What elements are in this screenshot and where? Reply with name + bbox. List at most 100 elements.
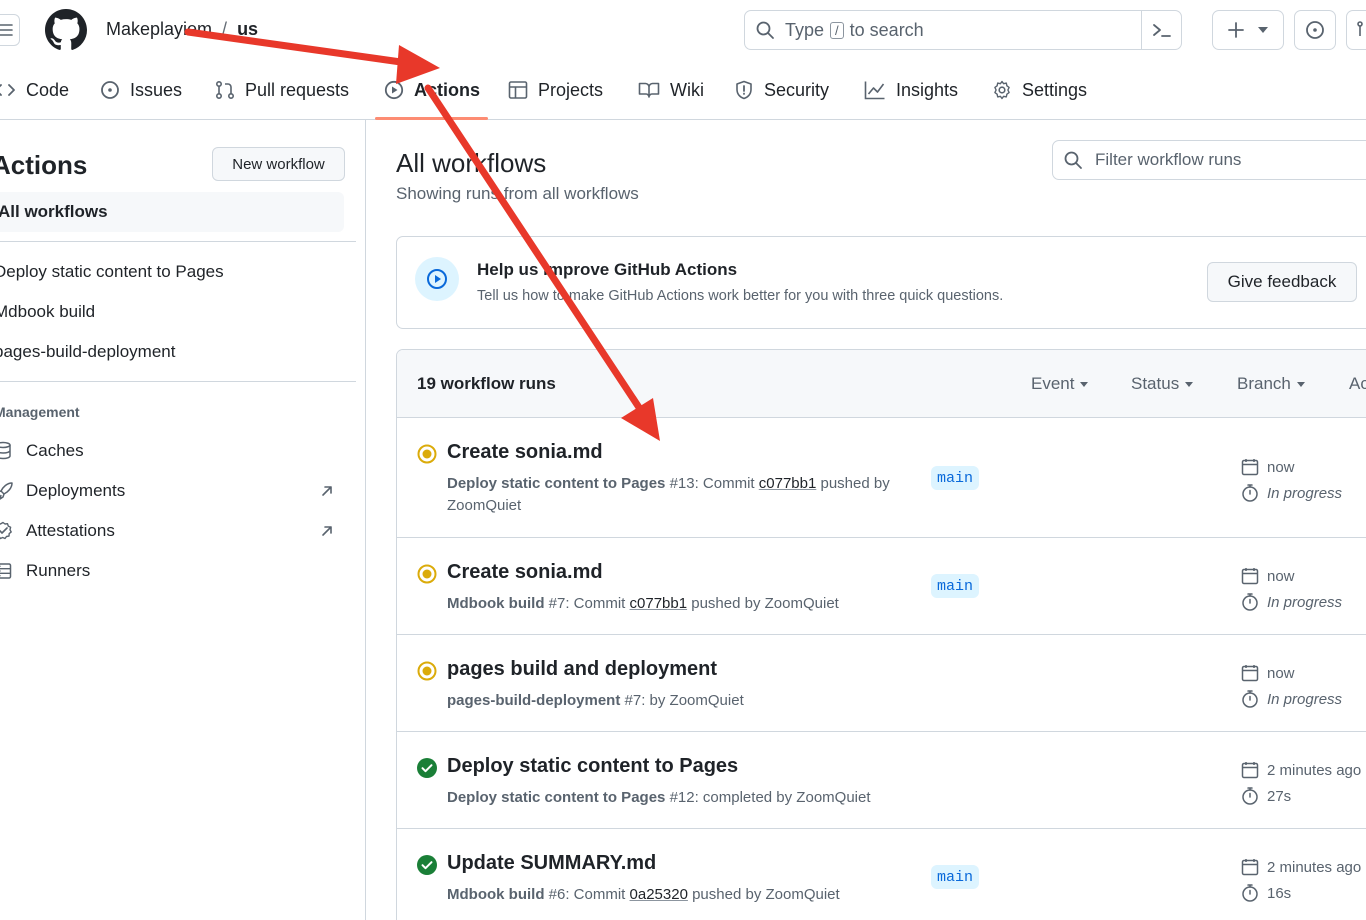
branch-filter-dropdown[interactable]: Branch: [1237, 374, 1305, 394]
tab-code-label: Code: [26, 79, 70, 100]
give-feedback-button[interactable]: Give feedback: [1207, 262, 1357, 302]
sidebar-item-runners[interactable]: Runners: [0, 561, 334, 581]
management-heading: Management: [0, 404, 80, 420]
branch-label[interactable]: main: [931, 865, 980, 889]
your-pull-requests-button[interactable]: [1346, 10, 1366, 50]
terminal-icon: [1152, 24, 1171, 37]
sidebar-divider: [0, 241, 356, 242]
command-palette-button[interactable]: [1141, 11, 1181, 49]
in-progress-icon: [417, 661, 437, 681]
commit-link[interactable]: 0a25320: [630, 886, 688, 903]
calendar-icon: [1241, 762, 1259, 779]
calendar-icon: [1241, 665, 1259, 682]
filter-placeholder: Filter workflow runs: [1095, 150, 1242, 169]
tab-wiki-label: Wiki: [670, 79, 704, 100]
database-icon: [0, 441, 11, 460]
global-search-input[interactable]: Type / to search: [744, 10, 1182, 50]
run-title[interactable]: Create sonia.md: [447, 561, 603, 584]
run-duration-text: 16s: [1267, 884, 1292, 902]
run-workflow-name: Deploy static content to Pages: [447, 789, 666, 806]
github-logo-icon[interactable]: [45, 9, 87, 51]
run-time: now: [1241, 664, 1295, 682]
search-shortcut-key: /: [830, 21, 844, 39]
run-duration: 27s: [1241, 787, 1291, 805]
menu-button[interactable]: [0, 14, 20, 46]
commit-link[interactable]: c077bb1: [630, 595, 688, 612]
workflow-run-row[interactable]: Update SUMMARY.md Mdbook build #6: Commi…: [397, 829, 1366, 920]
event-filter-dropdown[interactable]: Event: [1031, 374, 1089, 394]
rocket-icon: [0, 482, 13, 500]
run-time-text: now: [1267, 567, 1295, 585]
tab-code[interactable]: Code: [0, 76, 69, 104]
tab-actions-label: Actions: [414, 79, 481, 100]
run-title[interactable]: Create sonia.md: [447, 441, 603, 464]
sidebar-item-all-workflows[interactable]: All workflows: [0, 192, 344, 232]
branch-label[interactable]: main: [931, 574, 980, 598]
sidebar-item-deployments[interactable]: Deployments: [0, 481, 334, 501]
sidebar-item-attestations[interactable]: Attestations: [0, 521, 334, 541]
breadcrumb-separator: /: [222, 19, 228, 39]
sidebar-workflow-link[interactable]: pages-build-deployment: [0, 342, 175, 362]
tab-settings[interactable]: Settings: [992, 76, 1087, 104]
plus-icon: [1228, 22, 1244, 38]
book-icon: [638, 82, 660, 98]
run-title[interactable]: pages build and deployment: [447, 658, 717, 681]
run-duration-text: In progress: [1267, 690, 1343, 708]
your-issues-button[interactable]: [1294, 10, 1336, 50]
actor-filter-dropdown[interactable]: Ac: [1349, 374, 1366, 394]
sidebar-item-caches[interactable]: Caches: [0, 441, 334, 461]
shield-icon: [736, 80, 752, 100]
stopwatch-icon: [1242, 484, 1258, 502]
sidebar-divider: [0, 381, 356, 382]
sidebar-workflow-link[interactable]: Deploy static content to Pages: [0, 262, 224, 282]
run-workflow-name: Mdbook build: [447, 886, 545, 903]
run-workflow-name: Mdbook build: [447, 595, 545, 612]
in-progress-icon: [417, 444, 437, 464]
tab-security[interactable]: Security: [734, 76, 829, 104]
run-time: 2 minutes ago: [1241, 761, 1361, 779]
arrow-up-right-icon: [322, 486, 332, 496]
run-time: 2 minutes ago: [1241, 858, 1361, 876]
run-title[interactable]: Update SUMMARY.md: [447, 852, 656, 875]
filter-label: Ac: [1349, 374, 1366, 393]
workflow-run-row[interactable]: Deploy static content to Pages Deploy st…: [397, 732, 1366, 829]
workflow-run-row[interactable]: pages build and deployment pages-build-d…: [397, 635, 1366, 732]
hamburger-icon: [0, 24, 13, 36]
tab-settings-label: Settings: [1022, 79, 1088, 100]
filter-label: Status: [1131, 374, 1180, 393]
run-meta: pages-build-deployment #7: by ZoomQuiet: [447, 690, 917, 712]
stopwatch-icon: [1242, 593, 1258, 611]
runs-count: 19 workflow runs: [417, 374, 556, 393]
create-new-button[interactable]: [1212, 10, 1284, 50]
sidebar-workflow-link[interactable]: Mdbook build: [0, 302, 95, 322]
tab-projects-label: Projects: [538, 79, 604, 100]
workflow-run-row[interactable]: Create sonia.md Deploy static content to…: [397, 418, 1366, 538]
caret-down-icon: [1080, 381, 1089, 387]
workflow-run-row[interactable]: Create sonia.md Mdbook build #7: Commit …: [397, 538, 1366, 635]
commit-link[interactable]: c077bb1: [759, 475, 817, 492]
branch-label[interactable]: main: [931, 466, 980, 490]
run-meta-text: #13: Commit: [669, 475, 755, 492]
run-meta: Deploy static content to Pages #13: Comm…: [447, 473, 917, 517]
status-filter-dropdown[interactable]: Status: [1131, 374, 1194, 394]
tab-pull-requests[interactable]: Pull requests: [215, 76, 349, 104]
tab-projects[interactable]: Projects: [508, 76, 603, 104]
run-time-text: 2 minutes ago: [1267, 858, 1362, 876]
new-workflow-button[interactable]: New workflow: [212, 147, 345, 181]
run-title[interactable]: Deploy static content to Pages: [447, 755, 738, 778]
table-icon: [508, 81, 528, 99]
tab-issues[interactable]: Issues: [100, 76, 182, 104]
search-prefix: Type: [785, 19, 825, 40]
breadcrumb-repo[interactable]: us: [237, 19, 258, 40]
tab-insights[interactable]: Insights: [864, 76, 958, 104]
tab-pull-requests-label: Pull requests: [245, 79, 350, 100]
run-duration-text: In progress: [1267, 593, 1343, 611]
filter-workflow-runs-input[interactable]: Filter workflow runs: [1052, 140, 1366, 180]
calendar-icon: [1241, 459, 1259, 476]
tab-actions[interactable]: Actions: [384, 76, 480, 104]
breadcrumb-owner[interactable]: Makeplayiem: [106, 19, 212, 40]
chevron-down-icon: [1258, 27, 1268, 33]
caret-down-icon: [1296, 381, 1305, 387]
tab-wiki[interactable]: Wiki: [638, 76, 704, 104]
run-duration: 16s: [1241, 884, 1291, 902]
